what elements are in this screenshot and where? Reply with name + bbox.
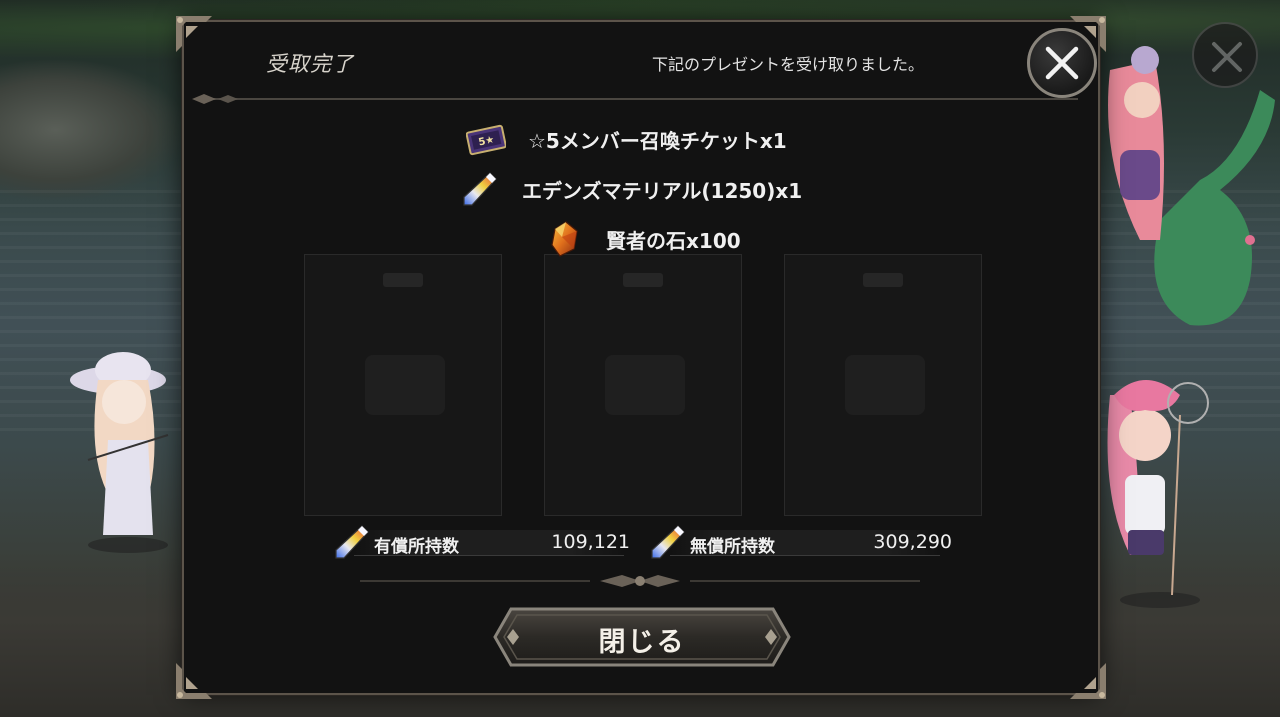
reward-item: 賢者の石x100: [544, 219, 741, 259]
close-x-icon: [1212, 42, 1242, 72]
summon-ticket-icon: 5★: [466, 124, 506, 156]
reward-label: ☆5メンバー召喚チケットx1: [528, 128, 787, 153]
close-button-label: 閉じる: [598, 627, 686, 658]
rocks: [0, 60, 185, 200]
reward-item: エデンズマテリアル(1250)x1: [460, 169, 802, 209]
dialog-subtitle: 下記のプレゼントを受け取りました。: [652, 55, 925, 74]
close-icon-button[interactable]: [1027, 28, 1097, 98]
shop-card-tag: [623, 273, 663, 287]
eden-material-crystal-icon: [651, 525, 685, 559]
ornament-corner-icon: [1070, 663, 1106, 699]
shop-card-faded: [784, 254, 982, 516]
free-currency-display: 無償所持数 309,290: [648, 522, 952, 562]
background-close-icon: [1192, 22, 1258, 88]
eden-material-crystal-icon: [463, 172, 497, 206]
eden-material-crystal-icon: [335, 525, 369, 559]
footer-divider: [360, 575, 920, 587]
shop-card-item: [845, 355, 925, 415]
reward-item: 5★ ☆5メンバー召喚チケットx1: [466, 119, 787, 159]
free-currency-label: 無償所持数: [690, 537, 775, 557]
shop-card-faded: [304, 254, 502, 516]
free-currency-value: 309,290: [873, 531, 952, 553]
paid-currency-label: 有償所持数: [374, 537, 459, 557]
ornament-corner-icon: [176, 663, 212, 699]
character-sprite-left: [70, 352, 169, 553]
philosopher-stone-icon: [551, 221, 578, 257]
paid-currency-value: 109,121: [551, 531, 630, 553]
shop-card-tag: [863, 273, 903, 287]
reward-label: エデンズマテリアル(1250)x1: [522, 178, 803, 203]
character-sprite-right-bottom: [1107, 380, 1209, 608]
shop-card-faded: [544, 254, 742, 516]
reward-label: 賢者の石x100: [606, 228, 741, 253]
dialog-title: 受取完了: [266, 52, 354, 76]
close-button[interactable]: 閉じる: [493, 607, 791, 667]
paid-currency-display: 有償所持数 109,121: [332, 522, 630, 562]
shop-card-item: [365, 355, 445, 415]
ornament-corner-icon: [176, 16, 212, 52]
header-divider: [192, 94, 1078, 104]
shop-card-item: [605, 355, 685, 415]
reward-received-dialog: 受取完了 下記のプレゼントを受け取りました。 5★ ☆5メンバー召喚チケットx1…: [176, 16, 1106, 699]
shop-card-tag: [383, 273, 423, 287]
close-x-icon: [1045, 46, 1079, 80]
